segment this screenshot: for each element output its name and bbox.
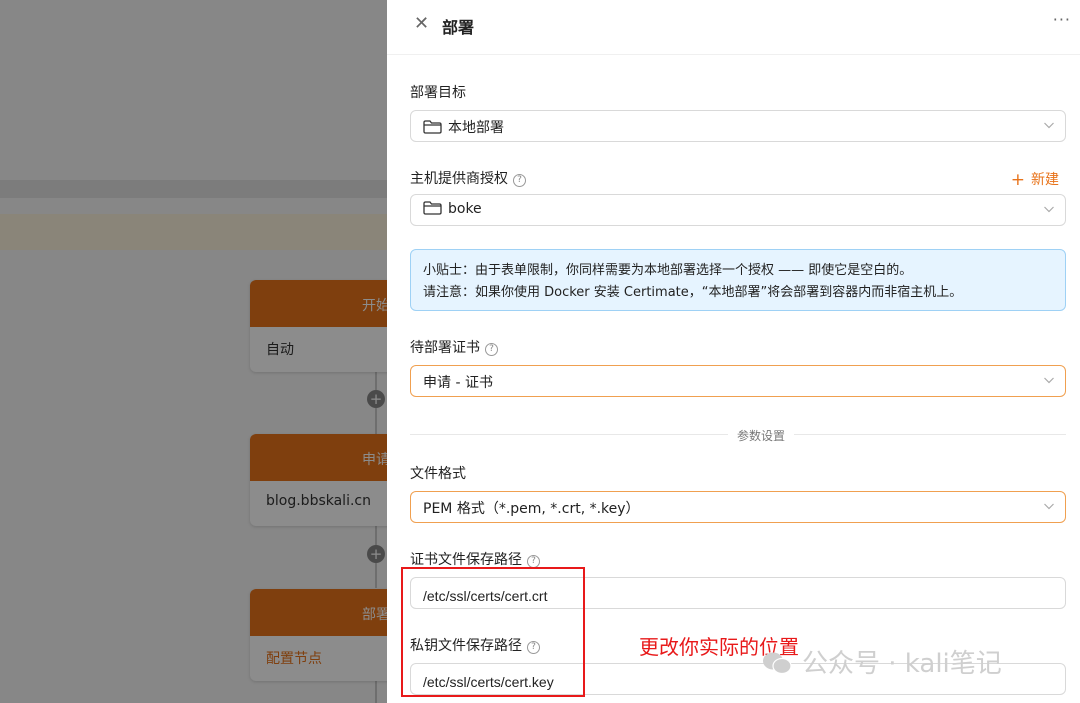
cert-label: 待部署证书? — [410, 337, 498, 357]
new-auth-button[interactable]: + 新建 — [1011, 169, 1059, 190]
wechat-icon — [763, 652, 792, 675]
deploy-target-label: 部署目标 — [410, 85, 466, 101]
cert-label-text: 待部署证书 — [410, 340, 480, 356]
file-format-label: 文件格式 — [410, 466, 466, 482]
params-divider: 参数设置 — [410, 427, 1066, 444]
deploy-target-select[interactable]: 本地部署 — [410, 110, 1066, 142]
close-icon[interactable]: ✕ — [414, 13, 429, 34]
folder-icon — [423, 201, 442, 215]
chevron-down-icon — [1044, 122, 1054, 129]
cert-select[interactable]: 申请 - 证书 — [410, 365, 1066, 397]
plus-icon: + — [1010, 170, 1025, 190]
chevron-down-icon — [1044, 377, 1054, 384]
highlight-box — [401, 567, 585, 697]
deploy-target-value: 本地部署 — [448, 120, 504, 136]
tip-line: 小贴士：由于表单限制，你同样需要为本地部署选择一个授权 —— 即使它是空白的。 — [423, 263, 913, 278]
tip-line: 请注意：如果你使用 Docker 安装 Certimate，“本地部署”将会部署… — [423, 285, 963, 300]
provider-auth-label-text: 主机提供商授权 — [410, 171, 508, 187]
divider-line — [410, 434, 728, 435]
drawer-title: 部署 — [442, 18, 475, 37]
watermark-text: 公众号 · kali笔记 — [802, 649, 1002, 679]
provider-auth-select[interactable]: boke — [410, 194, 1066, 226]
more-icon[interactable]: ··· — [1053, 10, 1071, 29]
divider-line — [794, 434, 1066, 435]
provider-auth-label: 主机提供商授权? — [410, 168, 526, 188]
chevron-down-icon — [1044, 206, 1054, 213]
new-auth-label: 新建 — [1031, 172, 1059, 188]
file-format-value: PEM 格式（*.pem, *.crt, *.key） — [423, 501, 640, 517]
help-icon[interactable]: ? — [513, 174, 526, 187]
file-format-select[interactable]: PEM 格式（*.pem, *.crt, *.key） — [410, 491, 1066, 523]
chevron-down-icon — [1044, 503, 1054, 510]
drawer-header: ✕ 部署 ··· — [387, 0, 1080, 55]
cert-path-label-text: 证书文件保存路径 — [410, 552, 522, 568]
cert-value: 申请 - 证书 — [423, 375, 493, 391]
divider-label: 参数设置 — [737, 427, 786, 444]
tip-alert: 小贴士：由于表单限制，你同样需要为本地部署选择一个授权 —— 即使它是空白的。 … — [410, 249, 1066, 311]
cert-path-label: 证书文件保存路径? — [410, 549, 540, 569]
provider-auth-value: boke — [448, 201, 482, 217]
watermark: 公众号 · kali笔记 — [762, 643, 1002, 680]
folder-icon — [423, 120, 442, 134]
help-icon[interactable]: ? — [485, 343, 498, 356]
